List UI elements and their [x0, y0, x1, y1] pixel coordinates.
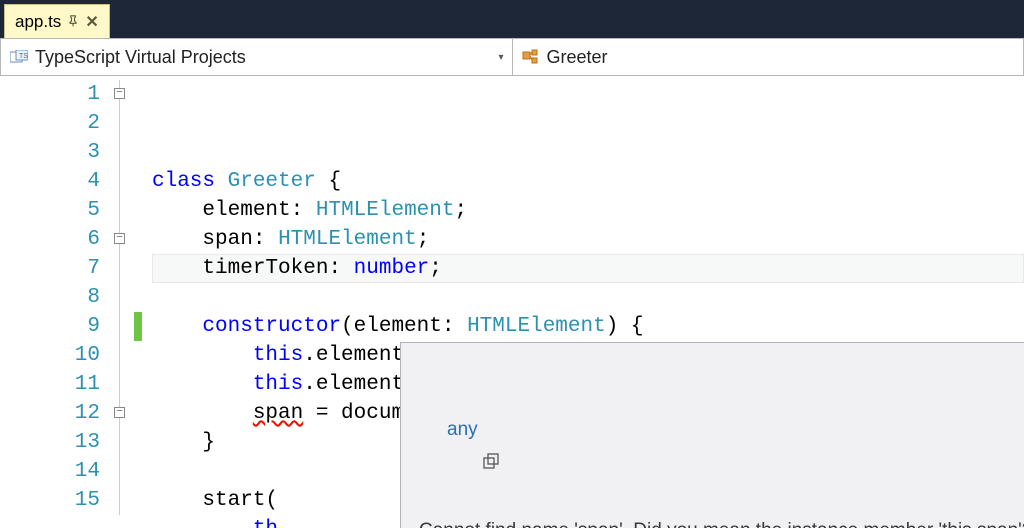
line-number: 1 — [0, 80, 114, 109]
navigation-bar: TS TypeScript Virtual Projects ▾ Greeter — [0, 38, 1024, 76]
fold-toggle[interactable]: − — [114, 233, 125, 244]
code-line[interactable]: timerToken: number; — [152, 254, 1024, 283]
error-tooltip: any Cannot find name 'span'. Did you mea… — [400, 342, 1024, 528]
member-dropdown[interactable]: Greeter — [512, 39, 1024, 75]
close-icon[interactable]: ✕ — [85, 12, 98, 32]
scope-label: TypeScript Virtual Projects — [35, 47, 246, 68]
stack-icon — [419, 421, 437, 439]
fold-column: − − − — [114, 76, 152, 528]
line-number: 13 — [0, 428, 114, 457]
code-editor[interactable]: 123456789101112131415 −−− class Greeter … — [0, 76, 1024, 528]
line-number: 4 — [0, 167, 114, 196]
code-area[interactable]: class Greeter { element: HTMLElement; sp… — [152, 76, 1024, 528]
tooltip-message: Cannot find name 'span'. Did you mean th… — [419, 516, 1024, 528]
line-number: 10 — [0, 341, 114, 370]
code-line[interactable]: element: HTMLElement; — [152, 196, 1024, 225]
line-number: 14 — [0, 457, 114, 486]
code-line[interactable]: span: HTMLElement; — [152, 225, 1024, 254]
fold-toggle[interactable]: − — [114, 88, 125, 99]
class-icon — [521, 49, 541, 65]
editor-window: app.ts ✕ TS TypeScript Virtual Projects … — [0, 0, 1024, 528]
line-number: 6 — [0, 225, 114, 254]
change-marker — [134, 312, 142, 341]
line-number: 5 — [0, 196, 114, 225]
line-number: 12 — [0, 399, 114, 428]
scope-dropdown[interactable]: TS TypeScript Virtual Projects ▾ — [1, 39, 512, 75]
fold-toggle[interactable]: − — [114, 407, 125, 418]
code-line[interactable]: class Greeter { — [152, 167, 1024, 196]
line-number: 7 — [0, 254, 114, 283]
svg-text:TS: TS — [19, 53, 28, 60]
code-line[interactable] — [152, 283, 1024, 312]
line-number: 2 — [0, 109, 114, 138]
chevron-down-icon: ▾ — [498, 52, 503, 63]
tooltip-type: any — [447, 415, 478, 444]
tab-bar: app.ts ✕ — [0, 0, 1024, 38]
ts-project-icon: TS — [9, 49, 29, 65]
line-number: 11 — [0, 370, 114, 399]
file-tab-label: app.ts — [15, 12, 61, 32]
line-number: 9 — [0, 312, 114, 341]
line-number: 3 — [0, 138, 114, 167]
member-label: Greeter — [547, 47, 608, 68]
line-number: 8 — [0, 283, 114, 312]
pin-icon[interactable] — [67, 14, 79, 30]
line-number-gutter: 123456789101112131415 — [0, 76, 114, 528]
code-line[interactable]: constructor(element: HTMLElement) { — [152, 312, 1024, 341]
line-number: 15 — [0, 486, 114, 515]
file-tab[interactable]: app.ts ✕ — [4, 4, 110, 38]
